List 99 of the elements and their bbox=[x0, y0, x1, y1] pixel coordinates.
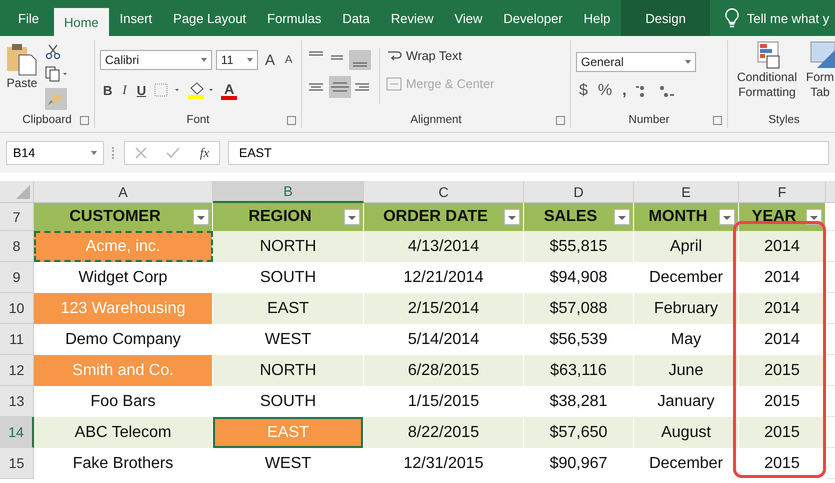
column-header[interactable]: C bbox=[364, 181, 524, 203]
lightbulb-icon bbox=[724, 8, 739, 28]
format-as-table-button[interactable]: Form Tab bbox=[805, 40, 835, 100]
font-size-field[interactable]: 11 bbox=[216, 50, 258, 70]
table-cell: ABC Telecom bbox=[34, 417, 213, 448]
merge-icon bbox=[386, 76, 402, 92]
filter-dropdown-icon[interactable] bbox=[504, 209, 520, 225]
table-cell: April bbox=[634, 231, 739, 262]
ribbon-tab[interactable]: Data bbox=[332, 0, 380, 36]
table-cell: 2015 bbox=[739, 417, 826, 448]
group-label: Styles bbox=[768, 114, 800, 126]
table-cell: February bbox=[634, 293, 739, 324]
table-cell: WEST bbox=[213, 448, 364, 479]
copy-icon[interactable] bbox=[45, 66, 69, 82]
dialog-launcher-icon[interactable] bbox=[556, 116, 565, 125]
table-cell: NORTH bbox=[213, 355, 364, 386]
table-header-cell: MONTH bbox=[634, 203, 739, 231]
formula-field[interactable]: EAST bbox=[228, 141, 829, 165]
font-name-field[interactable]: Calibri bbox=[100, 50, 212, 70]
ribbon-tab[interactable]: Page Layout bbox=[163, 0, 256, 36]
row-header[interactable]: 8 bbox=[0, 231, 34, 262]
dialog-launcher-icon[interactable] bbox=[80, 116, 89, 125]
table-cell: August bbox=[634, 417, 739, 448]
column-header[interactable]: F bbox=[739, 181, 826, 203]
column-header[interactable]: D bbox=[524, 181, 634, 203]
table-cell: 2014 bbox=[739, 293, 826, 324]
row-header[interactable]: 13 bbox=[0, 386, 34, 417]
table-header-cell: CUSTOMER bbox=[34, 203, 213, 231]
table-cell: $90,967 bbox=[524, 448, 634, 479]
table-cell: 6/28/2015 bbox=[364, 355, 524, 386]
shrink-font-button[interactable]: A bbox=[282, 54, 296, 66]
row-header[interactable]: 14 bbox=[0, 417, 34, 448]
row-header[interactable]: 11 bbox=[0, 324, 34, 355]
table-cell: $57,088 bbox=[524, 293, 634, 324]
cut-icon[interactable] bbox=[45, 44, 61, 60]
ribbon-tab[interactable]: Review bbox=[380, 0, 444, 36]
ribbon-tab[interactable]: Help bbox=[574, 0, 620, 36]
row-header[interactable]: 12 bbox=[0, 355, 34, 386]
table-cell: 4/13/2014 bbox=[364, 231, 524, 262]
table-cell: Fake Brothers bbox=[34, 448, 213, 479]
table-cell: 8/22/2015 bbox=[364, 417, 524, 448]
conditional-formatting-button[interactable]: Conditional Formatting bbox=[733, 40, 801, 100]
ribbon-tab[interactable]: Insert bbox=[110, 0, 162, 36]
tell-me-search[interactable]: Tell me what y bbox=[746, 10, 830, 26]
row-header[interactable]: 9 bbox=[0, 262, 34, 293]
table-cell: $57,650 bbox=[524, 417, 634, 448]
comma-button[interactable]: , bbox=[619, 82, 630, 100]
ribbon-tab[interactable]: View bbox=[444, 0, 492, 36]
row-header[interactable]: 10 bbox=[0, 293, 34, 324]
column-header[interactable]: E bbox=[634, 181, 739, 203]
bold-button[interactable]: B bbox=[100, 82, 116, 98]
filter-dropdown-icon[interactable] bbox=[719, 209, 735, 225]
grow-font-button[interactable]: A bbox=[262, 52, 278, 68]
italic-button[interactable]: I bbox=[119, 82, 130, 98]
insert-function-button[interactable]: fx bbox=[200, 145, 210, 161]
table-cell: $63,116 bbox=[524, 355, 634, 386]
filter-dropdown-icon[interactable] bbox=[344, 209, 360, 225]
dialog-launcher-icon[interactable] bbox=[713, 116, 722, 125]
table-cell: NORTH bbox=[213, 231, 364, 262]
table-cell: Acme, inc. bbox=[34, 231, 213, 262]
dialog-launcher-icon[interactable] bbox=[287, 116, 296, 125]
ribbon-tab[interactable]: Design bbox=[621, 0, 710, 36]
ribbon-tab[interactable]: Formulas bbox=[257, 0, 332, 36]
ribbon-tab[interactable]: File bbox=[0, 0, 53, 36]
ribbon-tab[interactable]: Developer bbox=[493, 0, 573, 36]
paste-button[interactable]: Paste bbox=[5, 40, 39, 90]
table-cell: 12/31/2015 bbox=[364, 448, 524, 479]
table-cell: EAST bbox=[213, 417, 364, 448]
table-cell: December bbox=[634, 448, 739, 479]
group-label: Font bbox=[186, 114, 210, 126]
wrap-text-button[interactable]: Wrap Text bbox=[406, 49, 462, 63]
number-format-field[interactable]: General bbox=[576, 52, 696, 72]
table-cell: $55,815 bbox=[524, 231, 634, 262]
row-header[interactable]: 7 bbox=[0, 203, 34, 231]
group-label: Clipboard bbox=[22, 114, 72, 126]
group-label: Alignment bbox=[410, 114, 462, 126]
table-cell: Smith and Co. bbox=[34, 355, 213, 386]
table-header-cell: REGION bbox=[213, 203, 364, 231]
table-cell: EAST bbox=[213, 293, 364, 324]
name-box[interactable]: B14 bbox=[6, 141, 104, 165]
table-cell: 123 Warehousing bbox=[34, 293, 213, 324]
column-header[interactable]: A bbox=[34, 181, 213, 203]
filter-dropdown-icon[interactable] bbox=[193, 209, 209, 225]
ribbon-tab[interactable]: Home bbox=[54, 8, 109, 36]
percent-button[interactable]: % bbox=[594, 82, 616, 100]
table-header-cell: ORDER DATE bbox=[364, 203, 524, 231]
table-header-cell: SALES bbox=[524, 203, 634, 231]
column-header[interactable]: B bbox=[213, 181, 364, 203]
currency-button[interactable]: $ bbox=[576, 82, 591, 100]
row-header[interactable]: 15 bbox=[0, 448, 34, 479]
table-cell: 2/15/2014 bbox=[364, 293, 524, 324]
table-cell: 2015 bbox=[739, 355, 826, 386]
table-cell: 2014 bbox=[739, 231, 826, 262]
font-color-button[interactable]: A bbox=[221, 82, 238, 100]
table-cell: 2015 bbox=[739, 448, 826, 479]
group-label: Number bbox=[628, 114, 670, 126]
filter-dropdown-icon[interactable] bbox=[614, 209, 630, 225]
underline-button[interactable]: U bbox=[134, 82, 150, 98]
table-cell: June bbox=[634, 355, 739, 386]
